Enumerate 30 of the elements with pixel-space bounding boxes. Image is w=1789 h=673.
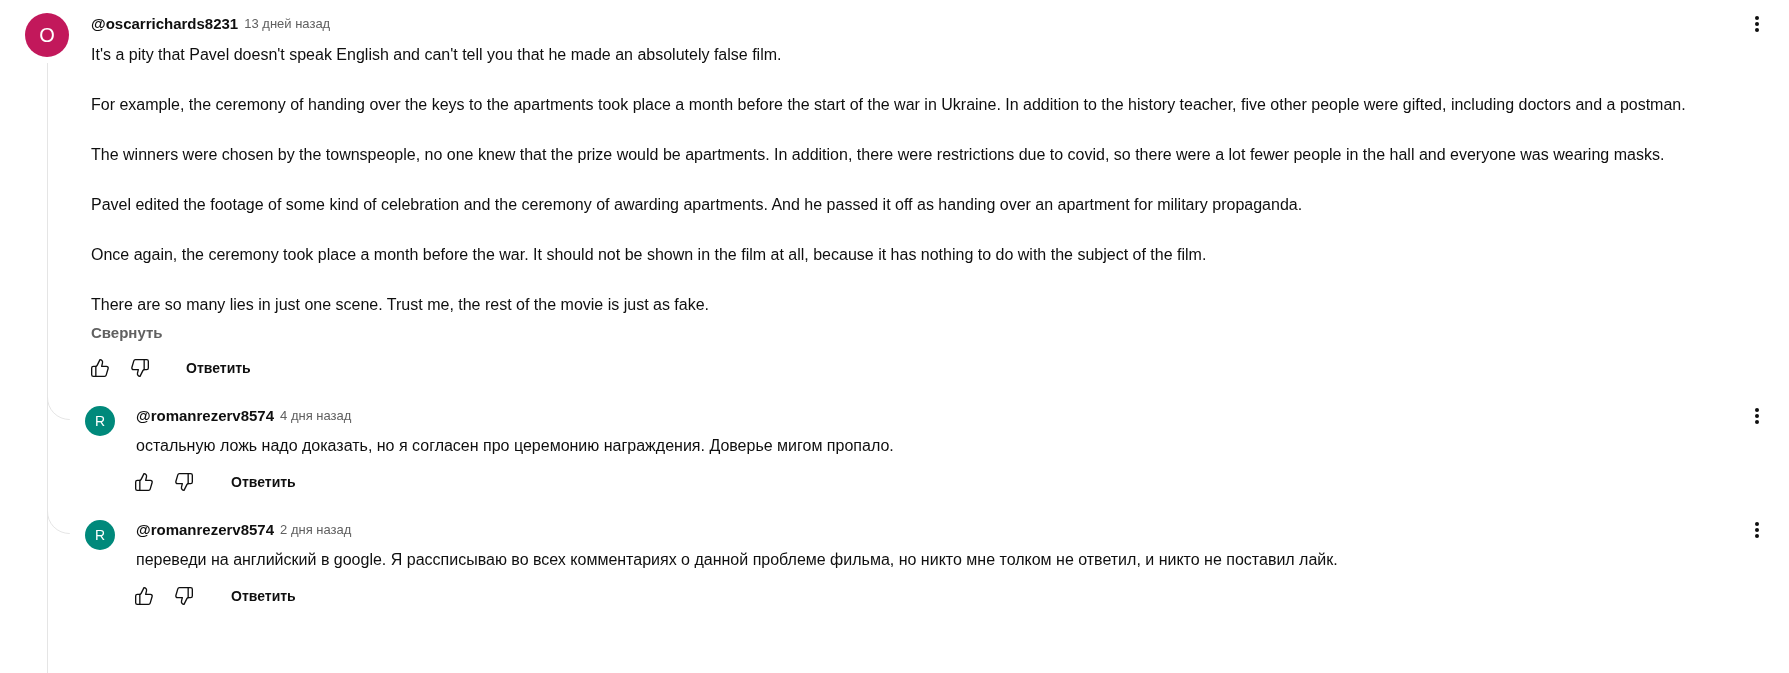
avatar[interactable]: R — [85, 406, 115, 436]
author-name[interactable]: @romanrezerv8574 — [136, 518, 275, 542]
more-icon — [1755, 16, 1759, 32]
author-name[interactable]: @romanrezerv8574 — [136, 404, 275, 428]
comment-paragraph: The winners were chosen by the townspeople, no one knew that the prize would be apartments. In addition, there were restrictions due to covid, so there were a lot fewer people in the hall and everyone was wearing masks. — [91, 145, 1666, 165]
avatar[interactable]: O — [25, 13, 69, 57]
comment-paragraph: It's a pity that Pavel doesn't speak English and can't tell you that he made an absolutely false film. — [91, 45, 783, 65]
more-icon — [1755, 408, 1759, 424]
thumbs-up-icon — [134, 586, 154, 606]
reply-button[interactable]: Ответить — [219, 466, 308, 498]
thumbs-up-icon — [134, 472, 154, 492]
timestamp[interactable]: 4 дня назад — [280, 406, 352, 426]
timestamp[interactable]: 2 дня назад — [280, 520, 352, 540]
reply-button[interactable]: Ответить — [219, 580, 308, 612]
timestamp[interactable]: 13 дней назад — [244, 14, 331, 34]
comment-text: остальную ложь надо доказать, но я согласен про церемонию награждения. Доверье мигом пропало. — [136, 436, 895, 456]
author-name[interactable]: @oscarrichards8231 — [91, 12, 239, 36]
comment-text: переведи на английский в google. Я рассписываю во всех комментариях о данной проблеме фильма, но никто мне толком не ответил, и никто не поставил лайк. — [136, 550, 1339, 570]
comment-paragraph: Once again, the ceremony took place a month before the war. It should not be shown in the film at all, because it has nothing to do with the subject of the film. — [91, 245, 1208, 265]
reply-button[interactable]: Ответить — [174, 352, 263, 384]
comment-paragraph: There are so many lies in just one scene. Trust me, the rest of the movie is just as fake. — [91, 295, 711, 315]
thumbs-down-icon — [174, 586, 194, 606]
thumbs-down-icon — [130, 358, 150, 378]
thumbs-up-icon — [90, 358, 110, 378]
comment-paragraph: For example, the ceremony of handing over the keys to the apartments took place a month before the start of the war in Ukraine. In addition to the history teacher, five other people were gifted, including doctors and a postman. — [91, 95, 1687, 115]
avatar[interactable]: R — [85, 520, 115, 550]
comment-paragraph: Pavel edited the footage of some kind of celebration and the ceremony of awarding apartments. And he passed it off as handing over an apartment for military propaganda. — [91, 195, 1304, 215]
thumbs-down-icon — [174, 472, 194, 492]
collapse-link[interactable]: Свернуть — [91, 323, 163, 343]
more-icon — [1755, 522, 1759, 538]
